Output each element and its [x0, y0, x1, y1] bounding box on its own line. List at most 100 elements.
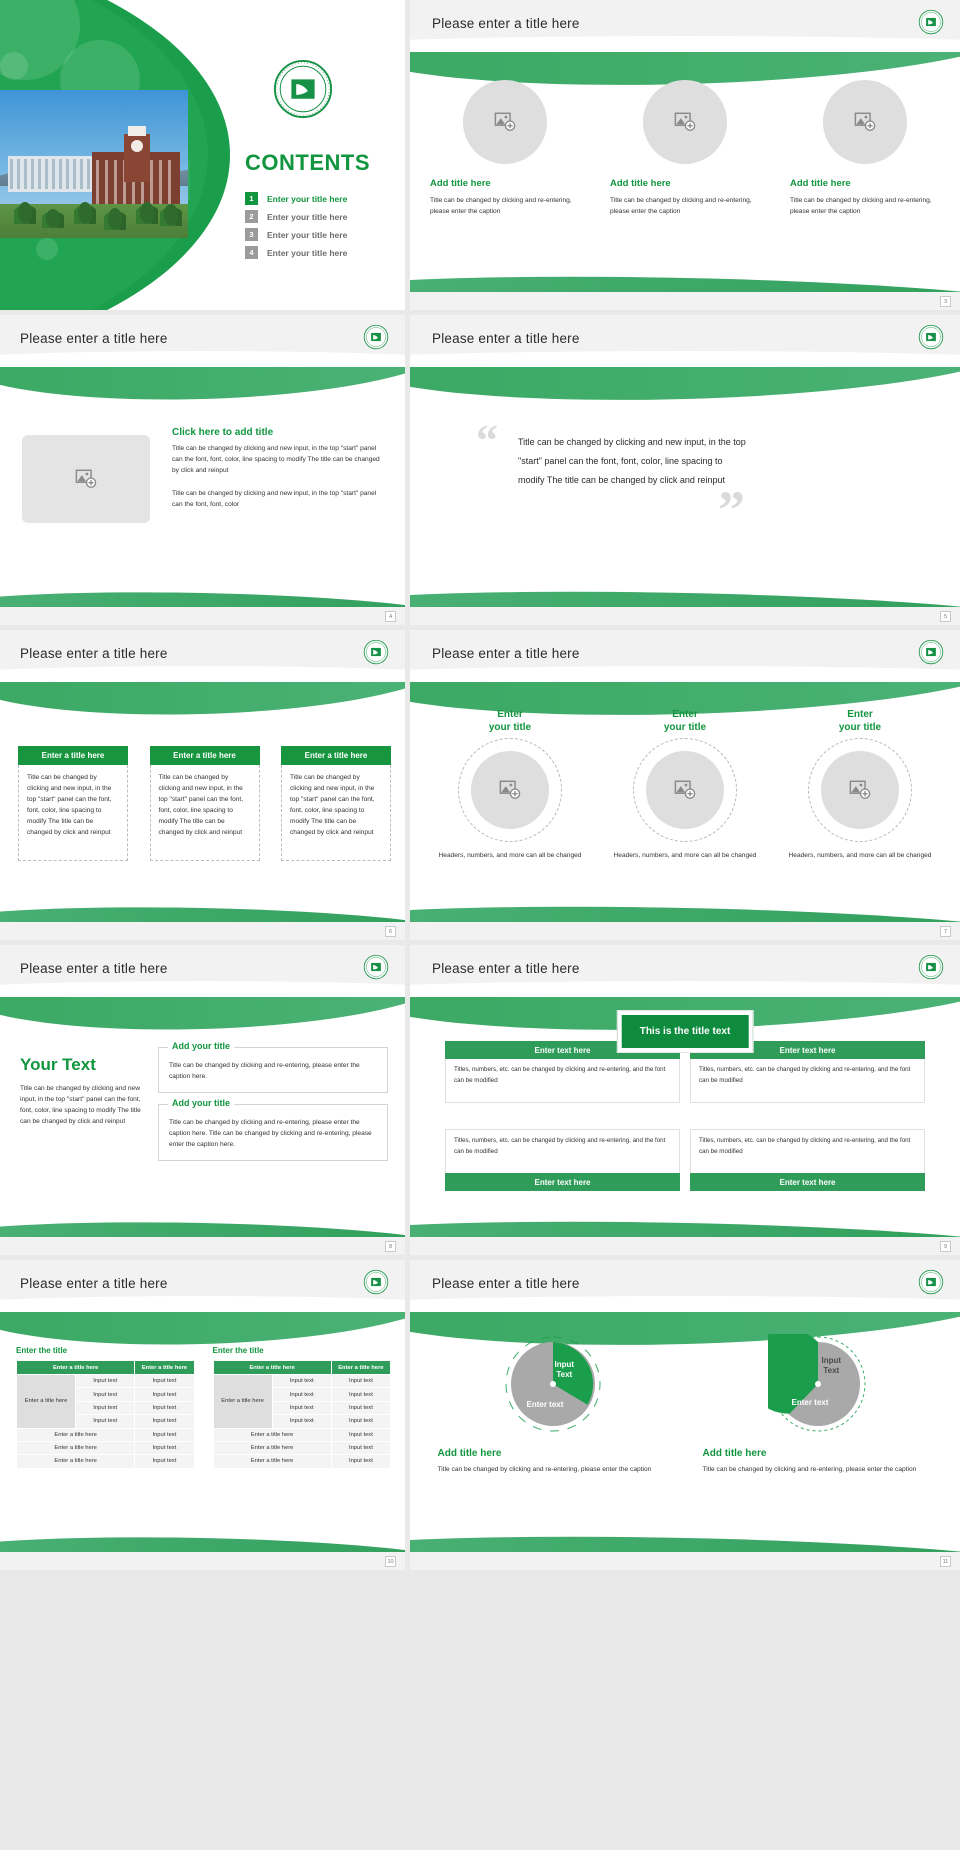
table-cell: Enter a title here: [212, 1427, 332, 1442]
cell-footer[interactable]: Enter text here: [445, 1173, 680, 1191]
slide-title[interactable]: Please enter a title here: [432, 16, 580, 31]
feature-title: Add title here: [610, 178, 671, 189]
paragraph-1: Title can be changed by clicking and new…: [172, 445, 380, 474]
cell-footer[interactable]: Enter text here: [690, 1173, 925, 1191]
open-quote-icon: “: [476, 416, 498, 465]
image-placeholder[interactable]: [463, 80, 547, 164]
green-accent-swoosh-bottom: [0, 898, 405, 924]
left-body: Title can be changed by clicking and new…: [20, 1085, 141, 1125]
circle-column[interactable]: Enter your title Headers, numbers, and m…: [436, 708, 584, 861]
slide-dashed-circles[interactable]: Please enter a title here Enter your tit…: [410, 630, 960, 940]
slide-title[interactable]: Please enter a title here: [432, 961, 580, 976]
slide-title[interactable]: Please enter a title here: [20, 331, 168, 346]
slide-donut-charts[interactable]: Please enter a title here Input Text Ent…: [410, 1260, 960, 1570]
feature-column[interactable]: Add title here Title can be changed by c…: [790, 80, 940, 217]
image-placeholder-icon: [674, 779, 696, 801]
slide-title[interactable]: Please enter a title here: [432, 646, 580, 661]
left-heading[interactable]: Your Text: [20, 1055, 148, 1075]
toc-item-4[interactable]: 4 Enter your title here: [245, 246, 347, 259]
feature-column[interactable]: Add title here Title can be changed by c…: [430, 80, 580, 217]
toc-item-2[interactable]: 2 Enter your title here: [245, 210, 347, 223]
slide-title[interactable]: Please enter a title here: [20, 1276, 168, 1291]
page-number: 8: [385, 1241, 396, 1252]
circle-title: Enter your title: [838, 709, 882, 733]
titled-box[interactable]: Add your title Title can be changed by c…: [158, 1041, 388, 1093]
circle-columns: Enter your title Headers, numbers, and m…: [436, 708, 934, 861]
data-table[interactable]: Enter a title here Enter a title here En…: [212, 1360, 392, 1469]
slide-three-cards[interactable]: Please enter a title here Enter a title …: [0, 630, 405, 940]
university-seal-logo: [918, 324, 944, 350]
slide-cover[interactable]: CONTENTS 1 Enter your title here 2 Enter…: [0, 0, 405, 310]
quote-text[interactable]: Title can be changed by clicking and new…: [518, 433, 748, 490]
table-cell: Input text: [75, 1387, 136, 1402]
image-placeholder[interactable]: [823, 80, 907, 164]
table-row: Enter a title here Input text Input text: [15, 1373, 195, 1429]
box-title: Add your title: [168, 1098, 234, 1108]
card-header[interactable]: Enter a title here: [281, 746, 391, 765]
green-accent-swoosh-bottom: [410, 583, 960, 609]
university-seal-logo: [918, 9, 944, 35]
contents-heading: CONTENTS: [245, 150, 370, 175]
slide-quad-grid[interactable]: Please enter a title here Enter text her…: [410, 945, 960, 1255]
card-header[interactable]: Enter a title here: [18, 746, 128, 765]
contents-list[interactable]: 1 Enter your title here 2 Enter your tit…: [245, 192, 347, 264]
university-seal-logo: [918, 639, 944, 665]
feature-caption: Title can be changed by clicking and re-…: [610, 197, 752, 215]
quad-cell[interactable]: Titles, numbers, etc. can be changed by …: [690, 1129, 925, 1191]
slide-three-circle-features[interactable]: Please enter a title here Add title here…: [410, 0, 960, 310]
card-header[interactable]: Enter a title here: [149, 746, 260, 765]
table-title[interactable]: Enter the title: [16, 1346, 195, 1355]
slide-two-tables[interactable]: Please enter a title here Enter the titl…: [0, 1260, 405, 1570]
image-placeholder[interactable]: [22, 435, 150, 523]
chart-title[interactable]: Add title here: [703, 1448, 933, 1459]
slide-title[interactable]: Please enter a title here: [432, 331, 580, 346]
table-header-cell: Enter a title here: [212, 1360, 332, 1375]
circle-column[interactable]: Enter your title Headers, numbers, and m…: [786, 708, 934, 861]
image-placeholder[interactable]: [821, 751, 899, 829]
slide-title[interactable]: Please enter a title here: [432, 1276, 580, 1291]
feature-column[interactable]: Add title here Title can be changed by c…: [610, 80, 760, 217]
chart-title[interactable]: Add title here: [438, 1448, 668, 1459]
chart-column[interactable]: Input Text Enter text Add title here Tit…: [703, 1329, 933, 1475]
slide-quote[interactable]: Please enter a title here “ Title can be…: [410, 315, 960, 625]
slide-your-text[interactable]: Please enter a title here Your Text Titl…: [0, 945, 405, 1255]
image-placeholder[interactable]: [471, 751, 549, 829]
slide-image-and-text[interactable]: Please enter a title here Click here to …: [0, 315, 405, 625]
circle-column[interactable]: Enter your title Headers, numbers, and m…: [611, 708, 759, 861]
card[interactable]: Enter a title here Title can be changed …: [281, 746, 391, 861]
quad-cell[interactable]: Titles, numbers, etc. can be changed by …: [445, 1129, 680, 1191]
page-number: 11: [940, 1556, 951, 1567]
green-accent-swoosh-bottom: [0, 1213, 405, 1239]
right-boxes: Add your title Title can be changed by c…: [158, 1041, 388, 1172]
page-number: 6: [385, 926, 396, 937]
page-number: 7: [940, 926, 951, 937]
slide-footer: [0, 1552, 405, 1570]
section-heading[interactable]: Click here to add title: [172, 427, 387, 438]
card[interactable]: Enter a title here Title can be changed …: [18, 746, 128, 861]
image-placeholder[interactable]: [643, 80, 727, 164]
toc-label: Enter your title here: [267, 211, 348, 222]
table-title[interactable]: Enter the title: [213, 1346, 392, 1355]
circle-caption: Headers, numbers, and more can all be ch…: [438, 852, 582, 859]
card[interactable]: Enter a title here Title can be changed …: [149, 746, 260, 861]
table-header-row: Enter a title here Enter a title here: [15, 1360, 195, 1375]
image-placeholder[interactable]: [646, 751, 724, 829]
donut-chart-1[interactable]: Input Text Enter text: [503, 1334, 603, 1434]
university-seal-logo: [918, 954, 944, 980]
card-body: Title can be changed by clicking and new…: [149, 765, 260, 861]
table-cell: Input text: [134, 1373, 195, 1389]
slide-title[interactable]: Please enter a title here: [20, 646, 168, 661]
toc-number: 3: [245, 228, 258, 241]
chart-column[interactable]: Input Text Enter text Add title here Tit…: [438, 1334, 668, 1475]
toc-item-1[interactable]: 1 Enter your title here: [245, 192, 347, 205]
slide-footer: [410, 1552, 960, 1570]
donut-chart-2[interactable]: Input Text Enter text: [745, 1329, 868, 1434]
center-title-badge[interactable]: This is the title text: [617, 1011, 753, 1052]
toc-item-3[interactable]: 3 Enter your title here: [245, 228, 347, 241]
table-cell: Input text: [330, 1414, 392, 1429]
table-header-cell: Enter a title here: [330, 1360, 392, 1375]
data-table[interactable]: Enter a title here Enter a title here En…: [15, 1360, 195, 1469]
titled-box[interactable]: Add your title Title can be changed by c…: [158, 1098, 388, 1161]
slide-title[interactable]: Please enter a title here: [20, 961, 168, 976]
page-number: 3: [940, 296, 951, 307]
